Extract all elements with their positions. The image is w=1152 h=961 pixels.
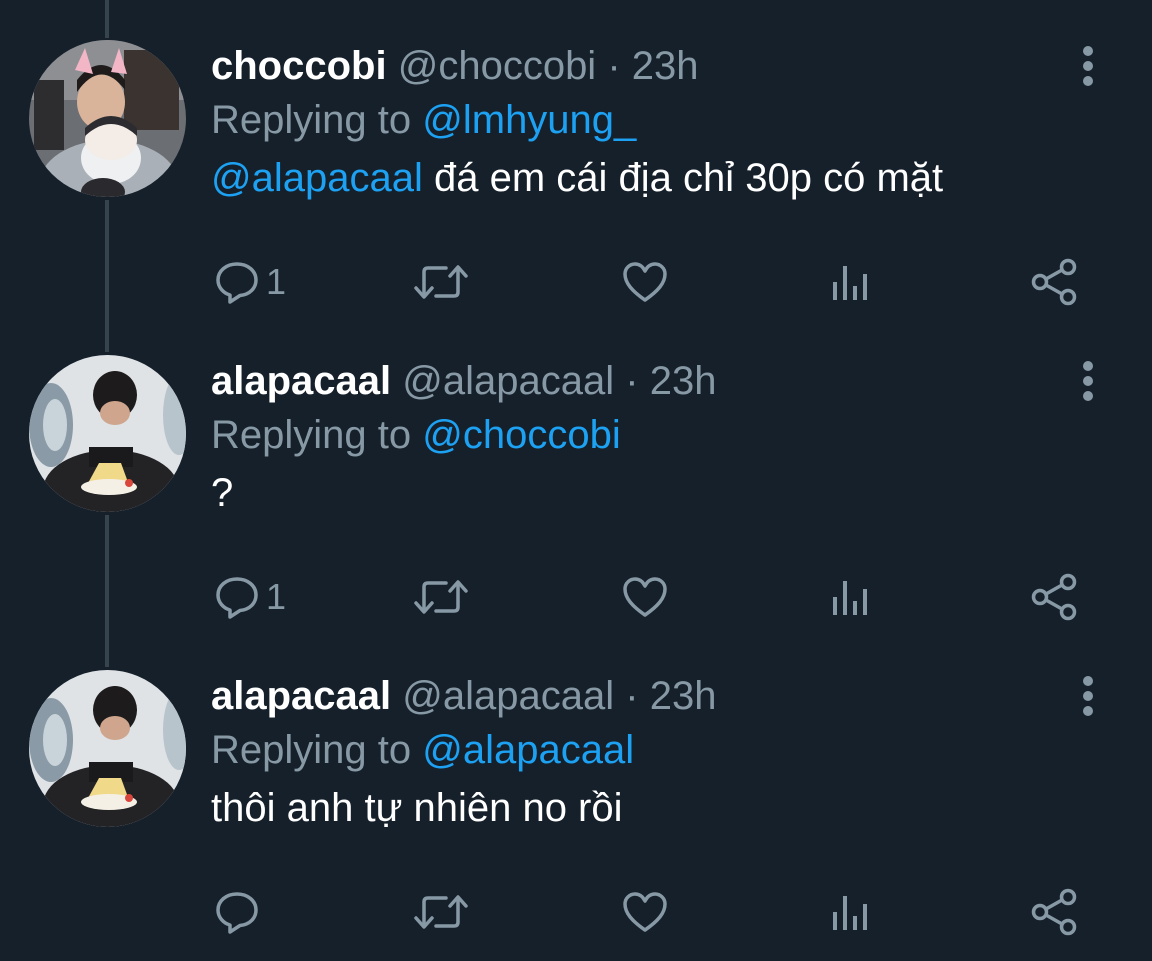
reply-count: 1 [266, 261, 287, 302]
like-icon [623, 892, 667, 932]
tweet-thread: choccobi @choccobi · 23h Replying to @lm… [0, 0, 1152, 961]
share-icon [1031, 888, 1077, 936]
analytics-button[interactable] [830, 252, 870, 312]
avatar[interactable] [29, 40, 186, 197]
replying-to-mention[interactable]: @alapacaal [422, 728, 634, 772]
tweet-header: choccobi @choccobi · 23h [211, 40, 1071, 92]
tweet-content: alapacaal @alapacaal · 23h Replying to @… [211, 355, 1071, 521]
timestamp[interactable]: 23h [650, 359, 717, 403]
analytics-icon [833, 266, 867, 300]
retweet-button[interactable] [414, 252, 468, 312]
tweet[interactable]: choccobi @choccobi · 23h Replying to @lm… [0, 40, 1152, 355]
replying-prefix: Replying to [211, 413, 412, 457]
tweet-header: alapacaal @alapacaal · 23h [211, 355, 1071, 407]
timestamp[interactable]: 23h [650, 674, 717, 718]
retweet-icon [414, 580, 468, 614]
display-name[interactable]: alapacaal [211, 359, 391, 403]
reply-count: 1 [266, 576, 287, 617]
tweet-header: alapacaal @alapacaal · 23h [211, 670, 1071, 722]
like-icon [623, 262, 667, 302]
replying-to: Replying to @alapacaal [211, 722, 1071, 778]
retweet-button[interactable] [414, 567, 468, 627]
tweet-text: @alapacaal đá em cái địa chỉ 30p có mặt [211, 150, 1071, 206]
replying-to-mention[interactable]: @choccobi [422, 413, 620, 457]
display-name[interactable]: choccobi [211, 44, 387, 88]
replying-prefix: Replying to [211, 728, 412, 772]
reply-icon [216, 577, 258, 619]
reply-button[interactable]: 1 [214, 252, 286, 312]
replying-to: Replying to @choccobi [211, 407, 1071, 463]
separator-dot: · [607, 44, 621, 88]
tweet-content: alapacaal @alapacaal · 23h Replying to @… [211, 670, 1071, 836]
replying-to-mention[interactable]: @lmhyung_ [422, 98, 636, 142]
like-icon [623, 577, 667, 617]
analytics-icon [833, 896, 867, 930]
reply-button[interactable]: 1 [214, 567, 286, 627]
like-button[interactable] [622, 252, 668, 312]
share-icon [1031, 573, 1077, 621]
reply-button[interactable] [214, 882, 266, 942]
user-handle[interactable]: @choccobi [398, 44, 596, 88]
display-name[interactable]: alapacaal [211, 674, 391, 718]
thread-line [105, 0, 109, 38]
replying-to: Replying to @lmhyung_ [211, 92, 1071, 148]
retweet-icon [414, 895, 468, 929]
tweet-text: ? [211, 465, 1071, 521]
share-button[interactable] [1030, 252, 1078, 312]
avatar[interactable] [29, 670, 186, 827]
more-icon[interactable] [1072, 359, 1104, 403]
tweet[interactable]: alapacaal @alapacaal · 23h Replying to @… [0, 670, 1152, 961]
analytics-button[interactable] [830, 882, 870, 942]
avatar[interactable] [29, 355, 186, 512]
reply-icon [216, 892, 258, 934]
retweet-button[interactable] [414, 882, 468, 942]
share-button[interactable] [1030, 567, 1078, 627]
tweet-body: đá em cái địa chỉ 30p có mặt [433, 156, 944, 200]
user-handle[interactable]: @alapacaal [402, 674, 614, 718]
tweet-body: ? [211, 471, 234, 515]
retweet-icon [414, 265, 468, 299]
analytics-button[interactable] [830, 567, 870, 627]
timestamp[interactable]: 23h [632, 44, 699, 88]
share-icon [1031, 258, 1077, 306]
analytics-icon [833, 581, 867, 615]
user-handle[interactable]: @alapacaal [402, 359, 614, 403]
tweet-actions: 1 [0, 567, 1152, 627]
more-icon[interactable] [1072, 674, 1104, 718]
share-button[interactable] [1030, 882, 1078, 942]
reply-icon [216, 262, 258, 304]
separator-dot: · [625, 359, 639, 403]
like-button[interactable] [622, 882, 668, 942]
separator-dot: · [625, 674, 639, 718]
more-icon[interactable] [1072, 44, 1104, 88]
like-button[interactable] [622, 567, 668, 627]
body-mention[interactable]: @alapacaal [211, 156, 423, 200]
tweet-text: thôi anh tự nhiên no rồi [211, 780, 1071, 836]
tweet-content: choccobi @choccobi · 23h Replying to @lm… [211, 40, 1071, 206]
tweet-actions [0, 882, 1152, 942]
tweet[interactable]: alapacaal @alapacaal · 23h Replying to @… [0, 355, 1152, 670]
tweet-actions: 1 [0, 252, 1152, 312]
tweet-body: thôi anh tự nhiên no rồi [211, 786, 623, 830]
replying-prefix: Replying to [211, 98, 412, 142]
